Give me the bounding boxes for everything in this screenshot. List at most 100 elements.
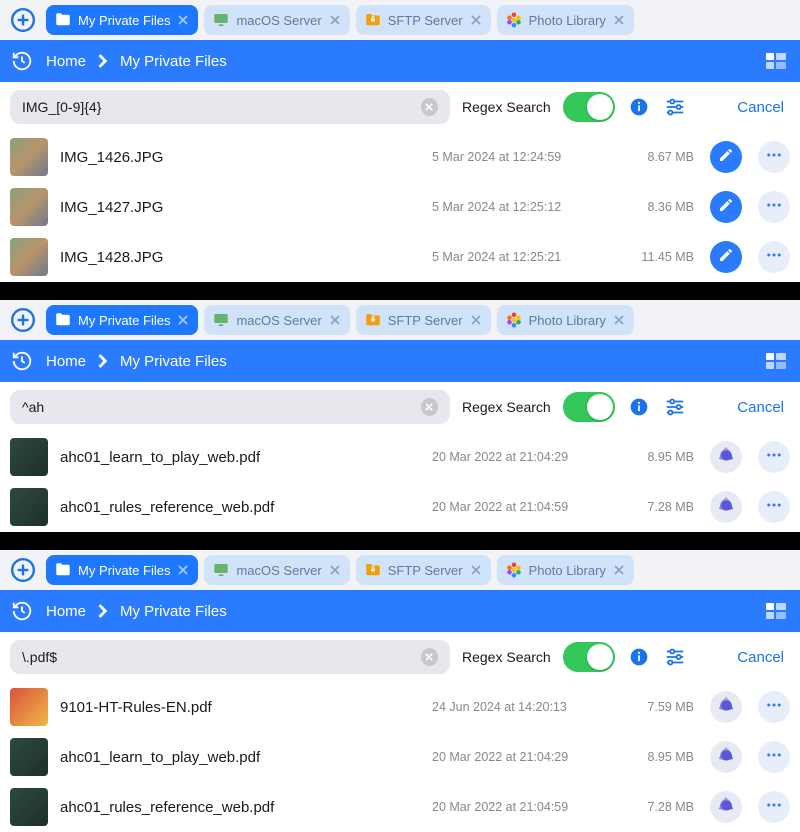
pdf-app-icon bbox=[716, 495, 736, 520]
monitor-icon bbox=[212, 11, 230, 29]
file-row[interactable]: ahc01_learn_to_play_web.pdf20 Mar 2022 a… bbox=[0, 432, 800, 482]
more-actions-button[interactable] bbox=[758, 141, 790, 173]
regex-toggle[interactable] bbox=[563, 642, 615, 672]
tab-sftp server[interactable]: SFTP Server bbox=[356, 305, 491, 335]
folder-icon bbox=[54, 561, 72, 579]
open-with-button[interactable] bbox=[710, 691, 742, 723]
tab-my private files[interactable]: My Private Files bbox=[46, 5, 198, 35]
more-icon bbox=[765, 496, 783, 519]
search-row: Regex SearchCancel bbox=[0, 82, 800, 132]
tab-macos server[interactable]: macOS Server bbox=[204, 5, 349, 35]
clear-search-button[interactable] bbox=[421, 98, 438, 116]
clear-search-button[interactable] bbox=[421, 648, 438, 666]
view-grid-button[interactable] bbox=[762, 599, 790, 623]
open-with-button[interactable] bbox=[710, 491, 742, 523]
regex-toggle[interactable] bbox=[563, 392, 615, 422]
close-icon[interactable] bbox=[176, 563, 190, 577]
file-row[interactable]: ahc01_rules_reference_web.pdf20 Mar 2022… bbox=[0, 782, 800, 832]
view-grid-button[interactable] bbox=[762, 49, 790, 73]
file-row[interactable]: IMG_1427.JPG5 Mar 2024 at 12:25:128.36 M… bbox=[0, 182, 800, 232]
tab-my private files[interactable]: My Private Files bbox=[46, 555, 198, 585]
tab-photo library[interactable]: Photo Library bbox=[497, 305, 634, 335]
pdf-app-icon bbox=[716, 445, 736, 470]
file-size: 8.36 MB bbox=[624, 200, 694, 214]
tab-bar: My Private FilesmacOS ServerSFTP Server P… bbox=[0, 550, 800, 590]
file-row[interactable]: IMG_1428.JPG5 Mar 2024 at 12:25:2111.45 … bbox=[0, 232, 800, 282]
file-row[interactable]: ahc01_learn_to_play_web.pdf20 Mar 2022 a… bbox=[0, 732, 800, 782]
file-date: 24 Jun 2024 at 14:20:13 bbox=[432, 700, 612, 714]
file-row[interactable]: ahc01_rules_reference_web.pdf20 Mar 2022… bbox=[0, 482, 800, 532]
info-button[interactable] bbox=[627, 395, 651, 419]
more-actions-button[interactable] bbox=[758, 441, 790, 473]
close-icon[interactable] bbox=[176, 313, 190, 327]
close-icon[interactable] bbox=[612, 13, 626, 27]
tab-sftp server[interactable]: SFTP Server bbox=[356, 555, 491, 585]
file-row[interactable]: IMG_1426.JPG5 Mar 2024 at 12:24:598.67 M… bbox=[0, 132, 800, 182]
file-size: 8.95 MB bbox=[624, 450, 694, 464]
file-thumbnail bbox=[10, 738, 48, 776]
history-button[interactable] bbox=[10, 49, 34, 73]
tab-macos server[interactable]: macOS Server bbox=[204, 555, 349, 585]
close-icon[interactable] bbox=[176, 13, 190, 27]
more-actions-button[interactable] bbox=[758, 691, 790, 723]
breadcrumb-home[interactable]: Home bbox=[46, 353, 86, 370]
lock-folder-icon bbox=[364, 311, 382, 329]
add-tab-button[interactable] bbox=[6, 555, 40, 585]
filter-sliders-button[interactable] bbox=[663, 645, 687, 669]
close-icon[interactable] bbox=[328, 313, 342, 327]
tab-photo library[interactable]: Photo Library bbox=[497, 5, 634, 35]
chevron-right-icon bbox=[98, 54, 108, 68]
edit-button[interactable] bbox=[710, 191, 742, 223]
open-with-button[interactable] bbox=[710, 791, 742, 823]
close-icon[interactable] bbox=[612, 313, 626, 327]
cancel-button[interactable]: Cancel bbox=[729, 99, 790, 116]
file-size: 8.67 MB bbox=[624, 150, 694, 164]
filter-sliders-button[interactable] bbox=[663, 395, 687, 419]
more-actions-button[interactable] bbox=[758, 241, 790, 273]
file-date: 20 Mar 2022 at 21:04:29 bbox=[432, 450, 612, 464]
cancel-button[interactable]: Cancel bbox=[729, 649, 790, 666]
search-input[interactable] bbox=[22, 399, 421, 415]
tab-sftp server[interactable]: SFTP Server bbox=[356, 5, 491, 35]
search-input[interactable] bbox=[22, 99, 421, 115]
edit-button[interactable] bbox=[710, 141, 742, 173]
view-grid-button[interactable] bbox=[762, 349, 790, 373]
breadcrumb-current[interactable]: My Private Files bbox=[120, 353, 227, 370]
close-icon[interactable] bbox=[612, 563, 626, 577]
info-button[interactable] bbox=[627, 95, 651, 119]
close-icon[interactable] bbox=[328, 563, 342, 577]
history-button[interactable] bbox=[10, 599, 34, 623]
close-icon[interactable] bbox=[469, 563, 483, 577]
tab-label: Photo Library bbox=[529, 563, 606, 578]
breadcrumb-home[interactable]: Home bbox=[46, 53, 86, 70]
breadcrumb-current[interactable]: My Private Files bbox=[120, 53, 227, 70]
search-input[interactable] bbox=[22, 649, 421, 665]
cancel-button[interactable]: Cancel bbox=[729, 399, 790, 416]
history-button[interactable] bbox=[10, 349, 34, 373]
more-actions-button[interactable] bbox=[758, 791, 790, 823]
add-tab-button[interactable] bbox=[6, 305, 40, 335]
regex-toggle[interactable] bbox=[563, 92, 615, 122]
open-with-button[interactable] bbox=[710, 441, 742, 473]
more-actions-button[interactable] bbox=[758, 191, 790, 223]
breadcrumb-current[interactable]: My Private Files bbox=[120, 603, 227, 620]
breadcrumb-home[interactable]: Home bbox=[46, 603, 86, 620]
tab-label: My Private Files bbox=[78, 313, 170, 328]
info-button[interactable] bbox=[627, 645, 651, 669]
more-actions-button[interactable] bbox=[758, 741, 790, 773]
tab-photo library[interactable]: Photo Library bbox=[497, 555, 634, 585]
more-actions-button[interactable] bbox=[758, 491, 790, 523]
tab-my private files[interactable]: My Private Files bbox=[46, 305, 198, 335]
clear-search-button[interactable] bbox=[421, 398, 438, 416]
file-browser-panel: My Private FilesmacOS ServerSFTP ServerP… bbox=[0, 0, 800, 282]
close-icon[interactable] bbox=[469, 13, 483, 27]
close-icon[interactable] bbox=[469, 313, 483, 327]
edit-button[interactable] bbox=[710, 241, 742, 273]
add-tab-button[interactable] bbox=[6, 5, 40, 35]
open-with-button[interactable] bbox=[710, 741, 742, 773]
file-row[interactable]: 9101-HT-Rules-EN.pdf24 Jun 2024 at 14:20… bbox=[0, 682, 800, 732]
filter-sliders-button[interactable] bbox=[663, 95, 687, 119]
close-icon[interactable] bbox=[328, 13, 342, 27]
more-icon bbox=[765, 796, 783, 819]
tab-macos server[interactable]: macOS Server bbox=[204, 305, 349, 335]
